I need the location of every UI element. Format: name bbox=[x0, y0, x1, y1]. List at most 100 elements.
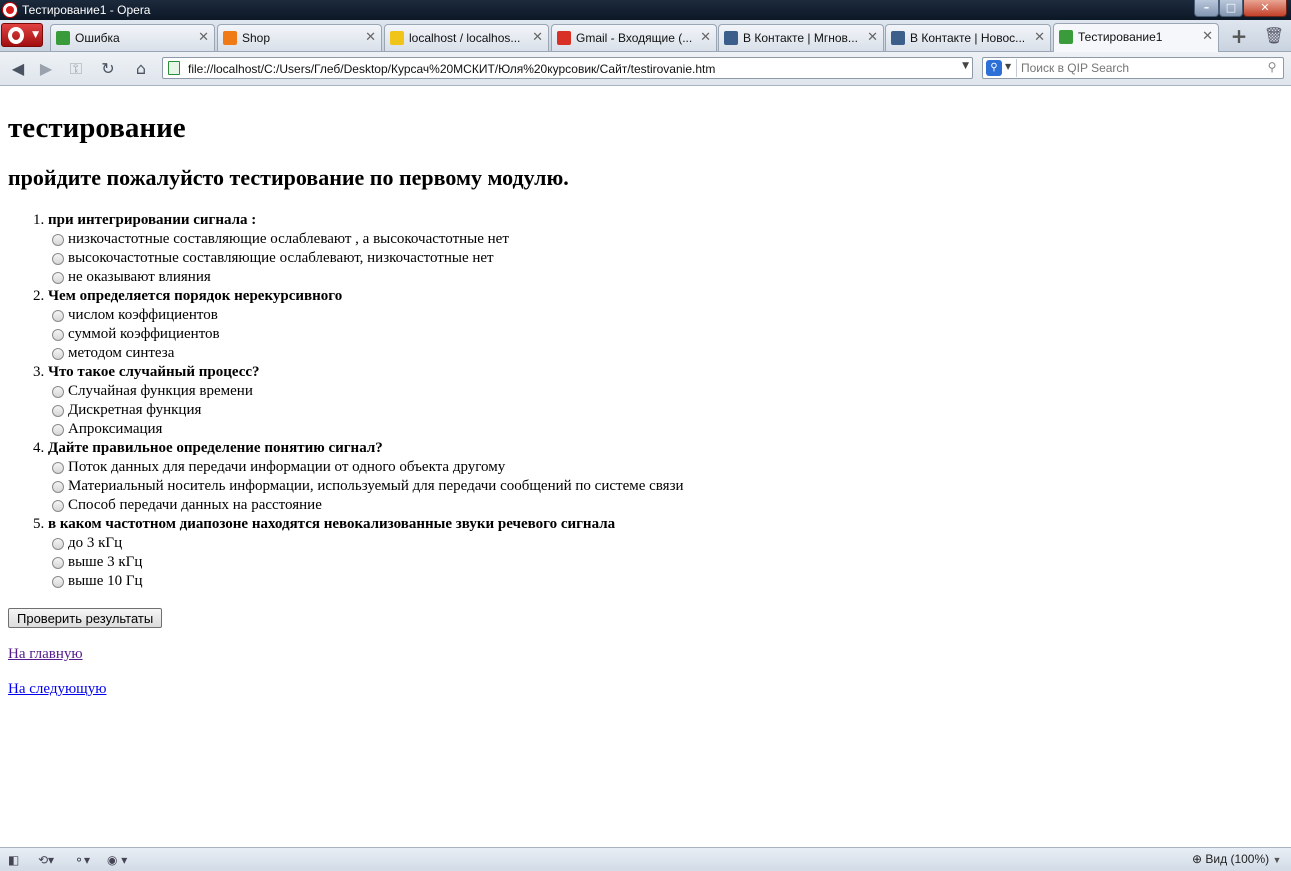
opera-menu-button[interactable]: ▼ bbox=[1, 23, 43, 47]
trash-icon[interactable]: 🗑 bbox=[1263, 26, 1285, 48]
panel-toggle-icon[interactable]: ◧ bbox=[8, 851, 19, 869]
close-window-button[interactable]: ✕ bbox=[1243, 0, 1287, 17]
answer-option: Способ передачи данных на расстояние bbox=[52, 496, 1283, 515]
tab-6[interactable]: В Контакте | Новос... ✕ bbox=[885, 24, 1051, 51]
answer-label: выше 10 Гц bbox=[68, 573, 143, 589]
reload-icon[interactable]: ↻ bbox=[98, 59, 118, 79]
answer-radio[interactable] bbox=[52, 385, 64, 398]
navigation-bar: ◀ ▶ ⚿ ↻ ⌂ file://localhost/C:/Users/Глеб… bbox=[0, 52, 1291, 86]
quiz-list: при интегрировании сигнала : низкочастотн… bbox=[8, 211, 1283, 591]
tab-2[interactable]: Shop ✕ bbox=[217, 24, 382, 51]
answer-option: Поток данных для передачи информации от … bbox=[52, 458, 1283, 477]
tab-1[interactable]: Ошибка ✕ bbox=[50, 24, 215, 51]
quiz-question: в каком частотном диапозоне находятся не… bbox=[48, 515, 1283, 591]
answer-label: Материальный носитель информации, исполь… bbox=[68, 478, 684, 494]
close-icon[interactable]: ✕ bbox=[700, 30, 711, 45]
tab-4[interactable]: Gmail - Входящие (... ✕ bbox=[551, 24, 717, 51]
question-text: в каком частотном диапозоне находятся не… bbox=[48, 516, 616, 532]
answer-option: не оказывают влияния bbox=[52, 268, 1283, 287]
answer-radio[interactable] bbox=[52, 575, 64, 588]
answer-label: низкочастотные составляющие ослаблевают … bbox=[68, 231, 509, 247]
tab-label: В Контакте | Новос... bbox=[910, 31, 1026, 45]
close-icon[interactable]: ✕ bbox=[867, 30, 878, 45]
tab-label: Gmail - Входящие (... bbox=[576, 31, 693, 45]
check-results-button[interactable]: Проверить результаты bbox=[8, 608, 163, 628]
wand-key-icon[interactable]: ⚿ bbox=[66, 59, 86, 79]
tab-label: Shop bbox=[242, 31, 271, 45]
answer-radio[interactable] bbox=[52, 461, 64, 474]
minimize-button[interactable]: – bbox=[1194, 0, 1219, 17]
page-content: тестирование пройдите пожалуйсто тестиро… bbox=[0, 87, 1291, 847]
zoom-control[interactable]: ⊕ Вид (100%) ▼ bbox=[1192, 852, 1281, 866]
answer-radio[interactable] bbox=[52, 233, 64, 246]
address-field[interactable]: file://localhost/C:/Users/Глеб/Desktop/К… bbox=[162, 57, 973, 79]
close-icon[interactable]: ✕ bbox=[198, 30, 209, 45]
search-engine-icon[interactable]: ⚲ bbox=[986, 60, 1002, 76]
answer-radio[interactable] bbox=[52, 480, 64, 493]
answer-radio[interactable] bbox=[52, 404, 64, 417]
answer-label: суммой коэффициентов bbox=[68, 326, 220, 342]
answer-option: выше 3 кГц bbox=[52, 553, 1283, 572]
vk-icon bbox=[891, 31, 905, 45]
close-icon[interactable]: ✕ bbox=[1034, 30, 1045, 45]
tab-5[interactable]: В Контакте | Мгнов... ✕ bbox=[718, 24, 884, 51]
next-page-link[interactable]: На следующую bbox=[8, 681, 106, 697]
turbo-icon[interactable]: ◉ ▾ bbox=[107, 851, 127, 869]
answer-option: Апроксимация bbox=[52, 420, 1283, 439]
answer-radio[interactable] bbox=[52, 309, 64, 322]
window-title-bar: Тестирование1 - Opera – □ ✕ bbox=[0, 0, 1291, 20]
tab-label: Ошибка bbox=[75, 31, 120, 45]
close-icon[interactable]: ✕ bbox=[365, 30, 376, 45]
answer-option: методом синтеза bbox=[52, 344, 1283, 363]
question-text: Что такое случайный процесс? bbox=[48, 364, 260, 380]
close-icon[interactable]: ✕ bbox=[1202, 29, 1213, 44]
opera-logo-icon bbox=[3, 3, 17, 17]
chevron-down-icon[interactable]: ▼ bbox=[1005, 62, 1011, 71]
answer-label: числом коэффициентов bbox=[68, 307, 218, 323]
answer-label: до 3 кГц bbox=[68, 535, 123, 551]
answer-option: числом коэффициентов bbox=[52, 306, 1283, 325]
answer-radio[interactable] bbox=[52, 252, 64, 265]
answer-option: суммой коэффициентов bbox=[52, 325, 1283, 344]
answer-label: не оказывают влияния bbox=[68, 269, 211, 285]
home-icon[interactable]: ⌂ bbox=[131, 59, 151, 79]
chevron-down-icon[interactable]: ▼ bbox=[962, 61, 969, 71]
answer-radio[interactable] bbox=[52, 347, 64, 360]
quiz-question: Что такое случайный процесс? Случайная фу… bbox=[48, 363, 1283, 439]
tab-label: Тестирование1 bbox=[1078, 30, 1163, 44]
status-bar: ◧ ⟲▾ ⚬▾ ◉ ▾ ⊕ Вид (100%) ▼ bbox=[0, 847, 1291, 871]
answer-radio[interactable] bbox=[52, 537, 64, 550]
vk-chat-icon bbox=[724, 31, 738, 45]
back-arrow-icon[interactable]: ◀ bbox=[8, 59, 28, 79]
close-icon[interactable]: ✕ bbox=[532, 30, 543, 45]
search-input[interactable] bbox=[1019, 59, 1259, 77]
answer-option: выше 10 Гц bbox=[52, 572, 1283, 591]
tab-label: В Контакте | Мгнов... bbox=[743, 31, 858, 45]
page-title: тестирование bbox=[8, 112, 186, 144]
answer-radio[interactable] bbox=[52, 423, 64, 436]
answer-option: высокочастотные составляющие ослаблевают… bbox=[52, 249, 1283, 268]
search-icon[interactable]: ⚲ bbox=[1263, 60, 1281, 76]
phpmyadmin-icon bbox=[390, 31, 404, 45]
tab-3[interactable]: localhost / localhos... ✕ bbox=[384, 24, 549, 51]
new-tab-button[interactable]: + bbox=[1226, 24, 1252, 50]
answer-label: Способ передачи данных на расстояние bbox=[68, 497, 322, 513]
answer-radio[interactable] bbox=[52, 328, 64, 341]
answer-label: Поток данных для передачи информации от … bbox=[68, 459, 506, 475]
unite-icon[interactable]: ⚬▾ bbox=[74, 851, 90, 869]
answer-radio[interactable] bbox=[52, 271, 64, 284]
opera-o-icon bbox=[8, 27, 24, 44]
home-link[interactable]: На главную bbox=[8, 646, 83, 662]
answer-option: Дискретная функция bbox=[52, 401, 1283, 420]
answer-radio[interactable] bbox=[52, 499, 64, 512]
sync-icon[interactable]: ⟲▾ bbox=[38, 851, 54, 869]
forward-arrow-icon[interactable]: ▶ bbox=[36, 59, 56, 79]
quiz-question: Чем определяется порядок нерекурсивного ч… bbox=[48, 287, 1283, 363]
answer-label: Апроксимация bbox=[68, 421, 163, 437]
tab-7[interactable]: Тестирование1 ✕ bbox=[1053, 23, 1219, 52]
question-text: Чем определяется порядок нерекурсивного bbox=[48, 288, 343, 304]
answer-label: Дискретная функция bbox=[68, 402, 202, 418]
answer-option: до 3 кГц bbox=[52, 534, 1283, 553]
answer-radio[interactable] bbox=[52, 556, 64, 569]
maximize-button[interactable]: □ bbox=[1219, 0, 1243, 17]
